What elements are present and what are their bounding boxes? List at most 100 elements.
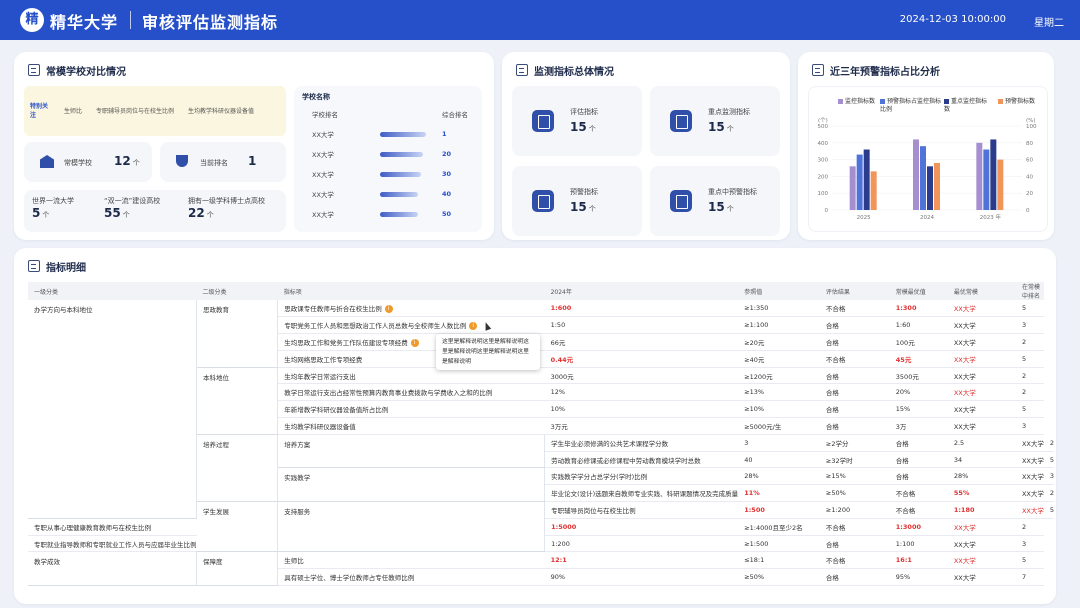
evaluation-result: 合格 xyxy=(819,383,890,402)
norm-rank: 7 xyxy=(1015,568,1044,587)
y-tick-label: 500 xyxy=(818,124,829,130)
reference-value: ≥40元 xyxy=(738,350,820,368)
level1-category: 办学方向与本科地位 xyxy=(28,300,197,519)
reference-value: ≥1200元 xyxy=(738,367,820,385)
norm-rank: 2 xyxy=(1015,333,1044,351)
monitor-title: 监测指标总体情况 xyxy=(534,66,614,78)
university-name: 精华大学 xyxy=(50,13,119,32)
ranking-value: 1 xyxy=(442,130,447,138)
chart-bar xyxy=(997,159,1004,210)
chart-bar xyxy=(870,171,877,210)
ranking-table: 学校排名 综合排名 XX大学 1 XX大学 20 XX大学 30 XX大学 40 XX大学… xyxy=(312,104,472,224)
best-norm-school: XX大学 xyxy=(1015,501,1044,519)
norm-best-value: 55% xyxy=(947,484,1016,503)
y-tick-label: 400 xyxy=(818,141,829,147)
details-row[interactable]: 教学成效 保障度 生师比 12:1 ≤18:1 不合格 16:1 XX大学 5 xyxy=(28,551,1054,587)
norm-rank: 5 xyxy=(1015,350,1044,368)
ranking-bar-cell xyxy=(380,184,442,204)
school-ranking-title: 学校名称 xyxy=(302,93,330,101)
info-icon[interactable]: i xyxy=(384,305,393,314)
norm-best-value: 95% xyxy=(889,568,948,587)
info-icon[interactable]: i xyxy=(469,322,478,331)
best-norm-school: XX大学 xyxy=(947,333,1016,351)
explanation-tooltip: 这里是解释说明这里是解释说明这里是解释说明这里是解释说明这里是解释说明 xyxy=(436,334,540,370)
monitor-card-label: 预警指标 xyxy=(570,188,598,196)
focus-tag[interactable]: 生师比 xyxy=(64,107,82,116)
details-column-header: 常模最优值 xyxy=(889,282,948,300)
monitor-card[interactable]: 预警指标 15 个 xyxy=(512,166,642,236)
y-axis-unit: (个) xyxy=(818,117,828,124)
layers-icon xyxy=(670,190,692,212)
details-table: 一级分类 二级分类 指标项 2024年 参照值 评估结果 常模最优值 最优常模 在常模中排名 办… xyxy=(28,282,1054,587)
value-2024: 3000元 xyxy=(544,367,739,385)
focus-tag[interactable]: 专职辅导员岗位与在校生比例 xyxy=(96,107,174,116)
reference-value: ≥10% xyxy=(738,400,820,419)
y-right-tick-label: 80 xyxy=(1026,141,1033,147)
value-2024: 1:500 xyxy=(738,501,820,519)
norm-best-value: 16:1 xyxy=(889,551,948,570)
indicator-item: 专职就业指导教师和专职就业工作人员与应届毕业生比例 xyxy=(28,535,197,553)
ranking-value: 20 xyxy=(442,150,452,158)
ranking-bar-cell xyxy=(380,124,442,144)
ranking-bar xyxy=(380,191,418,197)
page-title: 审核评估监测指标 xyxy=(142,13,279,32)
value-2024: 0.44元 xyxy=(544,350,739,368)
indicator-item: 实践教学学分占总学分(学时)比例 xyxy=(544,467,739,486)
evaluation-result: 不合格 xyxy=(819,551,890,570)
value-2024: 66元 xyxy=(544,333,739,351)
ranking-bar xyxy=(380,171,421,177)
school-type-stats: 世界一流大学 5个 “双一流”建设高校 55 个 拥有一级学科博士点高校 22 个 xyxy=(24,190,286,232)
reference-value: ≥1:200 xyxy=(819,501,890,519)
evaluation-result: 合格 xyxy=(819,367,890,385)
best-norm-school: XX大学 xyxy=(947,417,1016,435)
chart-monitor-icon xyxy=(670,110,692,132)
details-row[interactable]: 办学方向与本科地位 思政教育 思政课专任教师与折合在校生比例 i 1:600 ≥1:350… xyxy=(28,300,1054,519)
level1-category: 教学成效 xyxy=(28,551,197,587)
indicator-item: 专职从事心理健康教育教师与在校生比例 xyxy=(28,518,197,536)
indicator-item: 思政课专任教师与折合在校生比例 i xyxy=(277,300,545,318)
monitor-card[interactable]: 评估指标 15 个 xyxy=(512,86,642,156)
ranking-bar-cell xyxy=(380,164,442,184)
ranking-school-name: XX大学 xyxy=(312,131,334,139)
details-column-header: 一级分类 xyxy=(28,282,197,300)
norm-rank: 5 xyxy=(1043,501,1054,519)
value-2024: 1:600 xyxy=(544,300,739,318)
value-2024: 28% xyxy=(738,467,820,486)
evaluation-result: 合格 xyxy=(889,467,948,486)
monitor-card[interactable]: 重点中预警指标 15 个 xyxy=(650,166,780,236)
norm-best-value: 45元 xyxy=(889,350,948,368)
ranking-school-name: XX大学 xyxy=(312,191,334,199)
norm-best-value: 1:300 xyxy=(889,300,948,318)
info-icon[interactable]: i xyxy=(410,338,419,347)
reference-value: ≥13% xyxy=(738,383,820,402)
focus-tag[interactable]: 生均教学科研仪器设备值 xyxy=(188,107,254,116)
reference-value: ≥1:350 xyxy=(738,300,820,318)
warning-title: 近三年预警指标占比分析 xyxy=(830,66,940,78)
reference-value: ≥2学分 xyxy=(819,434,890,452)
best-norm-school: XX大学 xyxy=(1015,484,1044,503)
evaluation-result: 合格 xyxy=(819,535,890,553)
norm-best-value: 1:100 xyxy=(889,535,948,553)
indicator-item: 生均教学科研仪器设备值 xyxy=(277,417,545,435)
focus-tag-label: 特别关注 xyxy=(30,103,49,119)
evaluation-result: 合格 xyxy=(819,417,890,435)
norm-best-value: 3万 xyxy=(889,417,948,435)
evaluation-result: 合格 xyxy=(819,568,890,587)
best-norm-school: XX大学 xyxy=(1015,467,1044,486)
y-tick-label: 0 xyxy=(825,208,829,214)
monitor-card-label: 重点中预警指标 xyxy=(708,188,757,196)
reference-value: ≥50% xyxy=(819,484,890,503)
monitor-card-label: 评估指标 xyxy=(570,108,598,116)
ranking-bar xyxy=(380,131,426,137)
trophy-icon xyxy=(176,155,188,167)
norm-rank: 2 xyxy=(1015,518,1044,536)
monitor-icon xyxy=(516,64,528,76)
clipboard-icon xyxy=(532,110,554,132)
best-norm-school: XX大学 xyxy=(947,535,1016,553)
details-column-header: 二级分类 xyxy=(196,282,278,300)
indicator-item: 生师比 xyxy=(277,551,545,570)
monitor-card-value: 15 个 xyxy=(708,200,734,214)
best-norm-school: XX大学 xyxy=(1015,451,1044,469)
monitor-card[interactable]: 重点监测指标 15 个 xyxy=(650,86,780,156)
chart-bar xyxy=(934,162,940,210)
